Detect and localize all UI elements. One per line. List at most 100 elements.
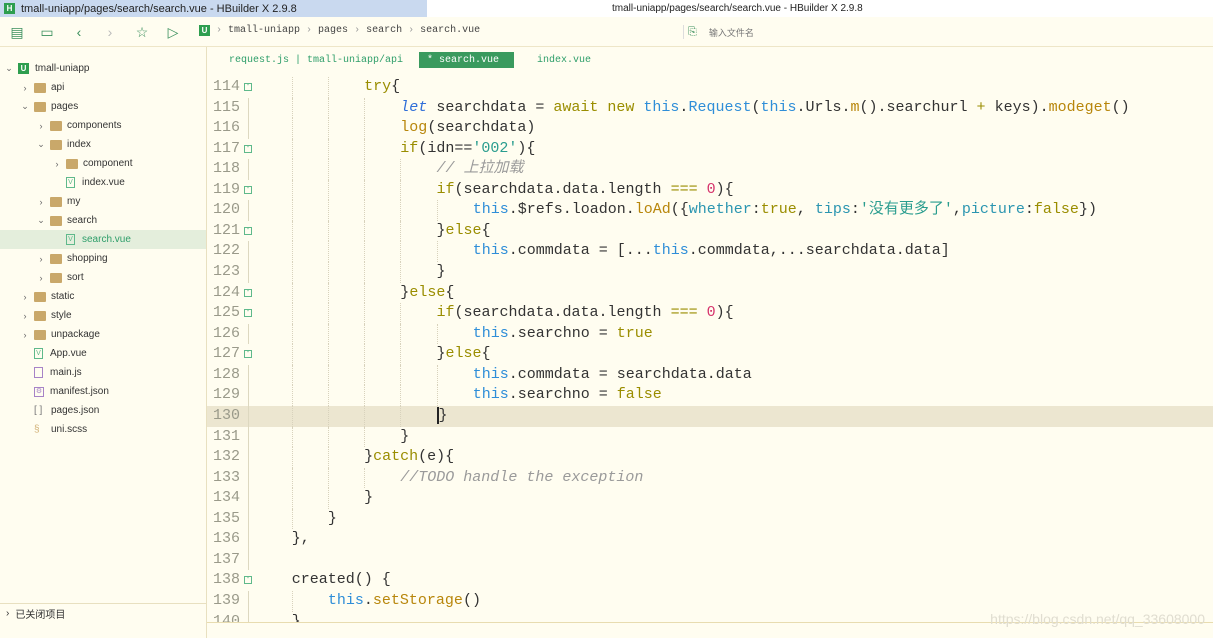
- sidebar-item-manifest-json[interactable]: ⚙ manifest.json: [0, 382, 206, 401]
- fold-toggle-icon[interactable]: -: [244, 226, 252, 235]
- fold-toggle-icon[interactable]: -: [244, 350, 252, 359]
- code-line[interactable]: 138- created() {: [207, 570, 1213, 591]
- folder-icon: [34, 310, 46, 321]
- back-icon[interactable]: ‹: [71, 24, 87, 40]
- sidebar-item-search-vue[interactable]: Vsearch.vue: [0, 230, 206, 249]
- window-tab[interactable]: Htmall-uniapp/pages/search/search.vue - …: [0, 0, 427, 17]
- window-tab-title: tmall-uniapp/pages/search/search.vue - H…: [21, 2, 297, 15]
- chevron-right-icon[interactable]: ›: [20, 311, 30, 321]
- sidebar-item-my[interactable]: › my: [0, 192, 206, 211]
- chevron-right-icon[interactable]: ›: [36, 254, 46, 264]
- tab-request-js[interactable]: request.js | tmall-uniapp/api: [221, 52, 411, 68]
- chevron-right-icon: ›: [354, 25, 361, 36]
- sidebar-item-main-js[interactable]: main.js: [0, 363, 206, 382]
- indent-guide: [400, 405, 402, 427]
- code-line[interactable]: 134}: [207, 488, 1213, 509]
- fold-toggle-icon[interactable]: -: [244, 144, 252, 153]
- chevron-down-icon[interactable]: ⌄: [36, 215, 46, 226]
- folder-icon: [50, 215, 62, 226]
- sidebar-item-index[interactable]: ⌄ index: [0, 135, 206, 154]
- code-line[interactable]: 118 // 上拉加载: [207, 159, 1213, 180]
- code-line[interactable]: 133 //TODO handle the exception: [207, 467, 1213, 489]
- code-line[interactable]: 129 this.searchno = false: [207, 385, 1213, 406]
- code-line[interactable]: 127-}else{: [207, 344, 1213, 365]
- sidebar-item-tmall-uniapp[interactable]: ⌄ Utmall-uniapp: [0, 59, 206, 78]
- sidebar-item-uni-scss[interactable]: § uni.scss: [0, 420, 206, 439]
- breadcrumb-item[interactable]: tmall-uniapp: [228, 25, 300, 36]
- closed-projects[interactable]: › 已关闭项目: [0, 603, 206, 623]
- code-line[interactable]: 125- if(searchdata.data.length === 0){: [207, 303, 1213, 324]
- sidebar-item-style[interactable]: › style: [0, 306, 206, 325]
- code-line[interactable]: 130}: [207, 405, 1213, 427]
- code-line[interactable]: 128 this.commdata = searchdata.data: [207, 364, 1213, 386]
- run-icon[interactable]: ▷: [165, 24, 181, 40]
- file-search[interactable]: ⎘ 输入文件名: [683, 25, 1213, 39]
- chevron-right-icon[interactable]: ›: [20, 292, 30, 302]
- indent-guide: [364, 405, 366, 427]
- fold-toggle-icon[interactable]: -: [244, 185, 252, 194]
- code-line[interactable]: 136},: [207, 529, 1213, 550]
- code-line[interactable]: 126 this.searchno = true: [207, 323, 1213, 345]
- sidebar-item-pages[interactable]: ⌄ pages: [0, 97, 206, 116]
- chevron-right-icon[interactable]: ›: [52, 159, 62, 169]
- code-line[interactable]: 139 this.setStorage(): [207, 591, 1213, 612]
- code-line[interactable]: 115 let searchdata = await new this.Reque…: [207, 97, 1213, 119]
- code-line[interactable]: 122 this.commdata = [...this.commdata,...…: [207, 241, 1213, 263]
- sidebar-item-label: index: [67, 139, 91, 150]
- tab-index-vue[interactable]: index.vue: [529, 52, 599, 68]
- fold-toggle-icon[interactable]: -: [244, 576, 252, 585]
- line-number: 118: [212, 160, 240, 178]
- sidebar-item-components[interactable]: › components: [0, 116, 206, 135]
- code-line[interactable]: 119- if(searchdata.data.length === 0){: [207, 179, 1213, 201]
- sidebar-item-static[interactable]: › static: [0, 287, 206, 306]
- chevron-right-icon[interactable]: ›: [20, 330, 30, 340]
- forward-icon[interactable]: ›: [102, 24, 118, 40]
- sidebar-item-index-vue[interactable]: Vindex.vue: [0, 173, 206, 192]
- line-number: 128: [212, 365, 240, 383]
- chevron-right-icon[interactable]: ›: [36, 121, 46, 131]
- breadcrumb-item[interactable]: pages: [318, 25, 348, 36]
- code-line[interactable]: 120 this.$refs.loadon.loAd({whether:true,…: [207, 200, 1213, 221]
- toolbar: ▤ ▭ ‹ › ☆ ▷ U › tmall-uniapp › pages › sear…: [0, 17, 1213, 47]
- chevron-right-icon[interactable]: ›: [20, 83, 30, 93]
- file-search-input[interactable]: 输入文件名: [709, 26, 754, 39]
- code-line[interactable]: 121-}else{: [207, 220, 1213, 242]
- code-line[interactable]: 114- try{: [207, 77, 1213, 98]
- code-line[interactable]: 123}: [207, 262, 1213, 283]
- code-line[interactable]: 132}catch(e){: [207, 447, 1213, 468]
- star-icon[interactable]: ☆: [134, 24, 150, 40]
- fold-toggle-icon[interactable]: -: [244, 288, 252, 297]
- line-number: 124: [212, 283, 240, 301]
- fold-toggle-icon[interactable]: -: [244, 309, 252, 318]
- code-text: this.commdata = searchdata.data: [472, 365, 752, 383]
- sidebar-item-component[interactable]: › component: [0, 154, 206, 173]
- code-editor[interactable]: 114- try{115 let searchdata = await new th…: [207, 77, 1213, 622]
- sidebar-item-api[interactable]: › api: [0, 78, 206, 97]
- sidebar-item-pages-json[interactable]: [ ] pages.json: [0, 401, 206, 420]
- sidebar-item-unpackage[interactable]: › unpackage: [0, 325, 206, 344]
- breadcrumb-item[interactable]: search.vue: [420, 25, 480, 36]
- tab-search-vue[interactable]: * search.vue: [419, 52, 514, 68]
- breadcrumb-item[interactable]: search: [366, 25, 402, 36]
- code-line[interactable]: 124-}else{: [207, 282, 1213, 304]
- code-line[interactable]: 117- if(idn=='002'){: [207, 138, 1213, 160]
- save-icon[interactable]: ▭: [39, 24, 55, 40]
- chevron-right-icon[interactable]: ›: [36, 197, 46, 207]
- chevron-down-icon[interactable]: ⌄: [4, 63, 14, 74]
- code-line[interactable]: 116 log(searchdata): [207, 118, 1213, 139]
- code-line[interactable]: 137: [207, 549, 1213, 571]
- indent-guide: [400, 159, 402, 180]
- sidebar-item-sort[interactable]: › sort: [0, 268, 206, 287]
- sidebar-item-app-vue[interactable]: V App.vue: [0, 344, 206, 363]
- fold-toggle-icon[interactable]: -: [244, 83, 252, 91]
- code-line[interactable]: 131}: [207, 426, 1213, 448]
- indent-guide: [327, 220, 329, 242]
- code-line[interactable]: 135}: [207, 508, 1213, 530]
- sidebar-item-shopping[interactable]: › shopping: [0, 249, 206, 268]
- chevron-down-icon[interactable]: ⌄: [36, 139, 46, 150]
- chevron-right-icon[interactable]: ›: [36, 273, 46, 283]
- indent-guide: [400, 323, 402, 345]
- chevron-down-icon[interactable]: ⌄: [20, 101, 30, 112]
- new-file-icon[interactable]: ▤: [9, 24, 25, 40]
- sidebar-item-search[interactable]: ⌄ search: [0, 211, 206, 230]
